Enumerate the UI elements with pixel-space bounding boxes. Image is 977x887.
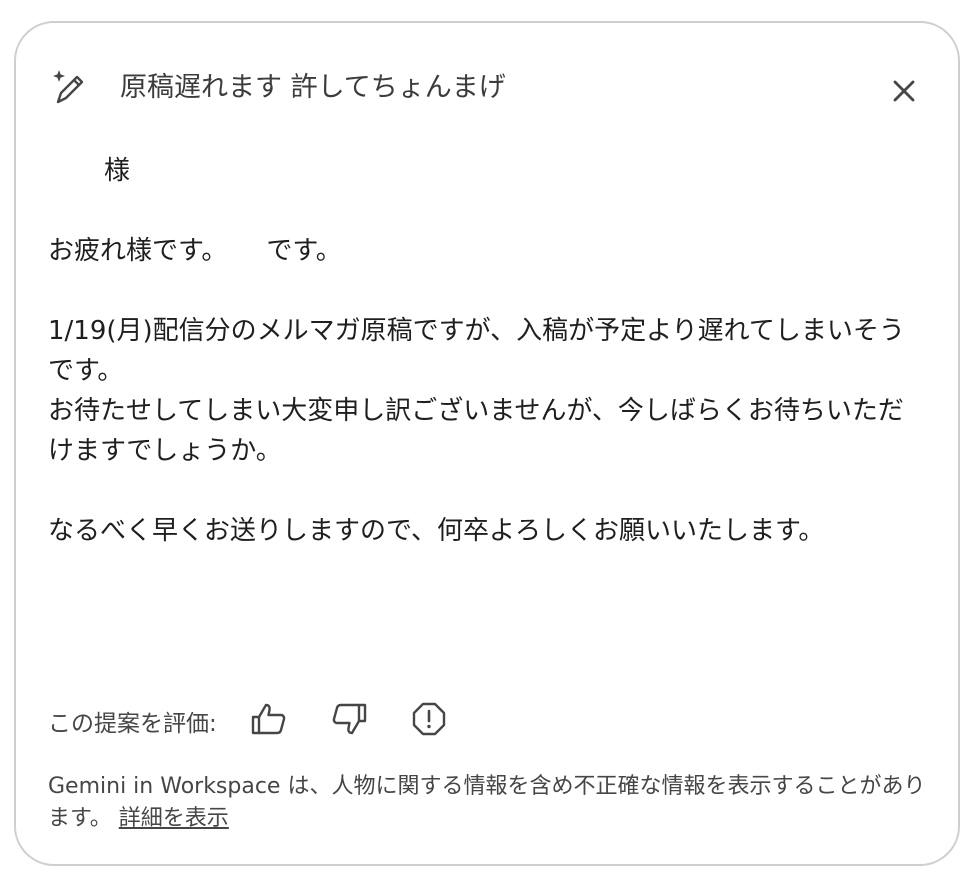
suggested-email-body: 様 お疲れ様です。 です。 1/19(月)配信分のメルマガ原稿ですが、入稿が予定… [48,151,928,551]
closing: なるべく早くお送りしますので、何卒よろしくお願いいたします。 [48,516,825,546]
report-icon [411,701,447,741]
learn-more-link[interactable]: 詳細を表示 [119,806,229,831]
report-button[interactable] [407,699,451,743]
thumbs-up-button[interactable] [247,699,291,743]
close-button[interactable] [884,71,924,111]
thumbs-down-icon [329,699,369,743]
salutation: 様 [104,156,131,186]
rating-bar: この提案を評価: [48,699,487,743]
card-title: 原稿遅れます 許してちょんまげ [120,72,506,103]
gemini-suggestion-card: 原稿遅れます 許してちょんまげ 様 お疲れ様です。 です。 1/19(月)配信分… [14,21,960,866]
paragraph-delay: 1/19(月)配信分のメルマガ原稿ですが、入稿が予定より遅れてしまいそうです。 [48,316,905,386]
thumbs-up-icon [249,699,289,743]
greeting: お疲れ様です。 です。 [48,236,342,266]
card-header: 原稿遅れます 許してちょんまげ [16,23,958,153]
rating-label: この提案を評価: [48,711,217,737]
close-icon [884,80,924,115]
paragraph-apology: お待たせしてしまい大変申し訳ございませんが、今しばらくお待ちいただけますでしょう… [48,396,904,466]
pen-sparkle-icon [50,69,88,107]
thumbs-down-button[interactable] [327,699,371,743]
disclaimer: Gemini in Workspace は、人物に関する情報を含め不正確な情報を… [48,771,928,835]
